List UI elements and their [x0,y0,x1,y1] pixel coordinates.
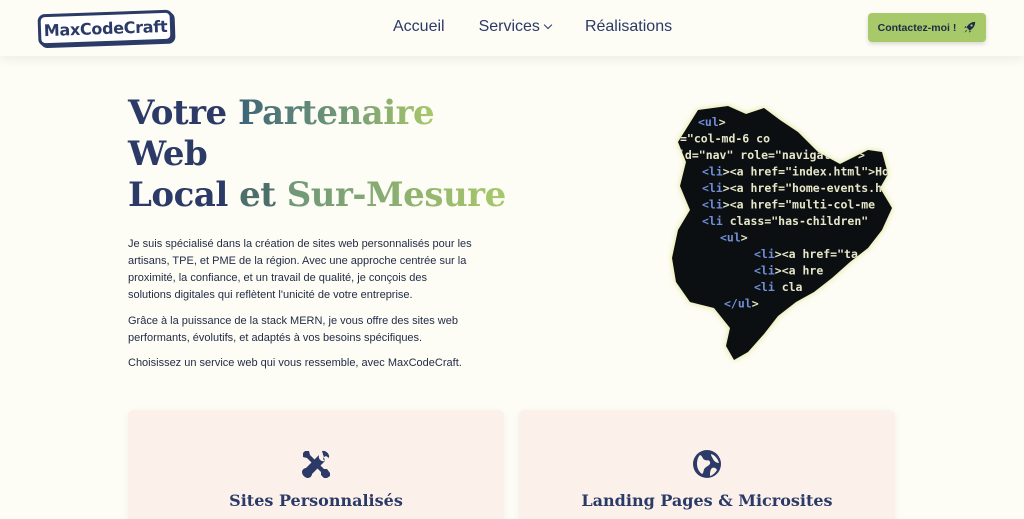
hero-title: Votre Partenaire Web Local et Sur-Mesure [128,93,506,216]
hero-title-highlight: Sur-Mesure [286,175,506,215]
code-line: <li><a hre [754,264,823,278]
hero-paragraph: Grâce à la puissance de la stack MERN, j… [128,315,458,344]
hero-title-part: Votre [128,93,239,133]
hero-title-part: et [227,175,287,215]
nav-item-label: Réalisations [584,18,673,35]
code-line: <li><a href="multi-col-me [702,198,875,212]
code-line: <li class="has-children" [702,214,868,228]
nav-item-realisations[interactable]: Réalisations [585,18,672,36]
main-nav: Accueil Services Réalisations [393,18,672,36]
code-line: <ul> [720,231,748,245]
code-line: ="col-md-6 co [680,132,770,146]
service-card-sites[interactable]: Sites Personnalisés [128,410,504,519]
logo[interactable]: MaxCodeCraft [37,9,174,47]
code-line: <li cla [754,280,803,294]
site-header: MaxCodeCraft Accueil Services Réalisatio… [0,0,1024,56]
chevron-down-icon [543,20,553,30]
contact-button[interactable]: Contactez-moi ! [868,13,986,42]
hero-title-part: Web [128,134,208,174]
nav-item-accueil[interactable]: Accueil [393,18,445,36]
logo-text: MaxCodeCraft [43,16,168,40]
code-line: <li><a href="ta [754,247,858,261]
tools-icon [302,450,330,478]
hero-title-part: Local [128,175,228,215]
nav-item-services[interactable]: Services [478,18,553,36]
hero-title-highlight: Partenaire [238,93,435,133]
hero-paragraph: Choisissez un service web qui vous resse… [128,357,462,369]
nav-item-label: Accueil [393,18,445,35]
code-line: <ul> [698,115,726,129]
code-line: id="nav" role="navigation"> [678,148,865,162]
region-map-code-image: <ul> ="col-md-6 co id="nav" role="navigati… [672,106,896,360]
hero-paragraph: Je suis spécialisé dans la création de s… [128,238,472,301]
code-line: <li><a href="index.html">Hom [702,165,896,179]
service-card-landing[interactable]: Landing Pages & Microsites [519,410,895,519]
service-card-title: Sites Personnalisés [229,491,403,510]
code-line: <li><a href="home-events.htm [702,181,896,195]
code-line: </ul> [724,297,759,311]
contact-button-label: Contactez-moi ! [877,21,957,34]
service-card-title: Landing Pages & Microsites [581,491,833,510]
globe-icon [693,450,721,478]
nav-item-label: Services [478,18,540,35]
rocket-icon [964,21,976,33]
